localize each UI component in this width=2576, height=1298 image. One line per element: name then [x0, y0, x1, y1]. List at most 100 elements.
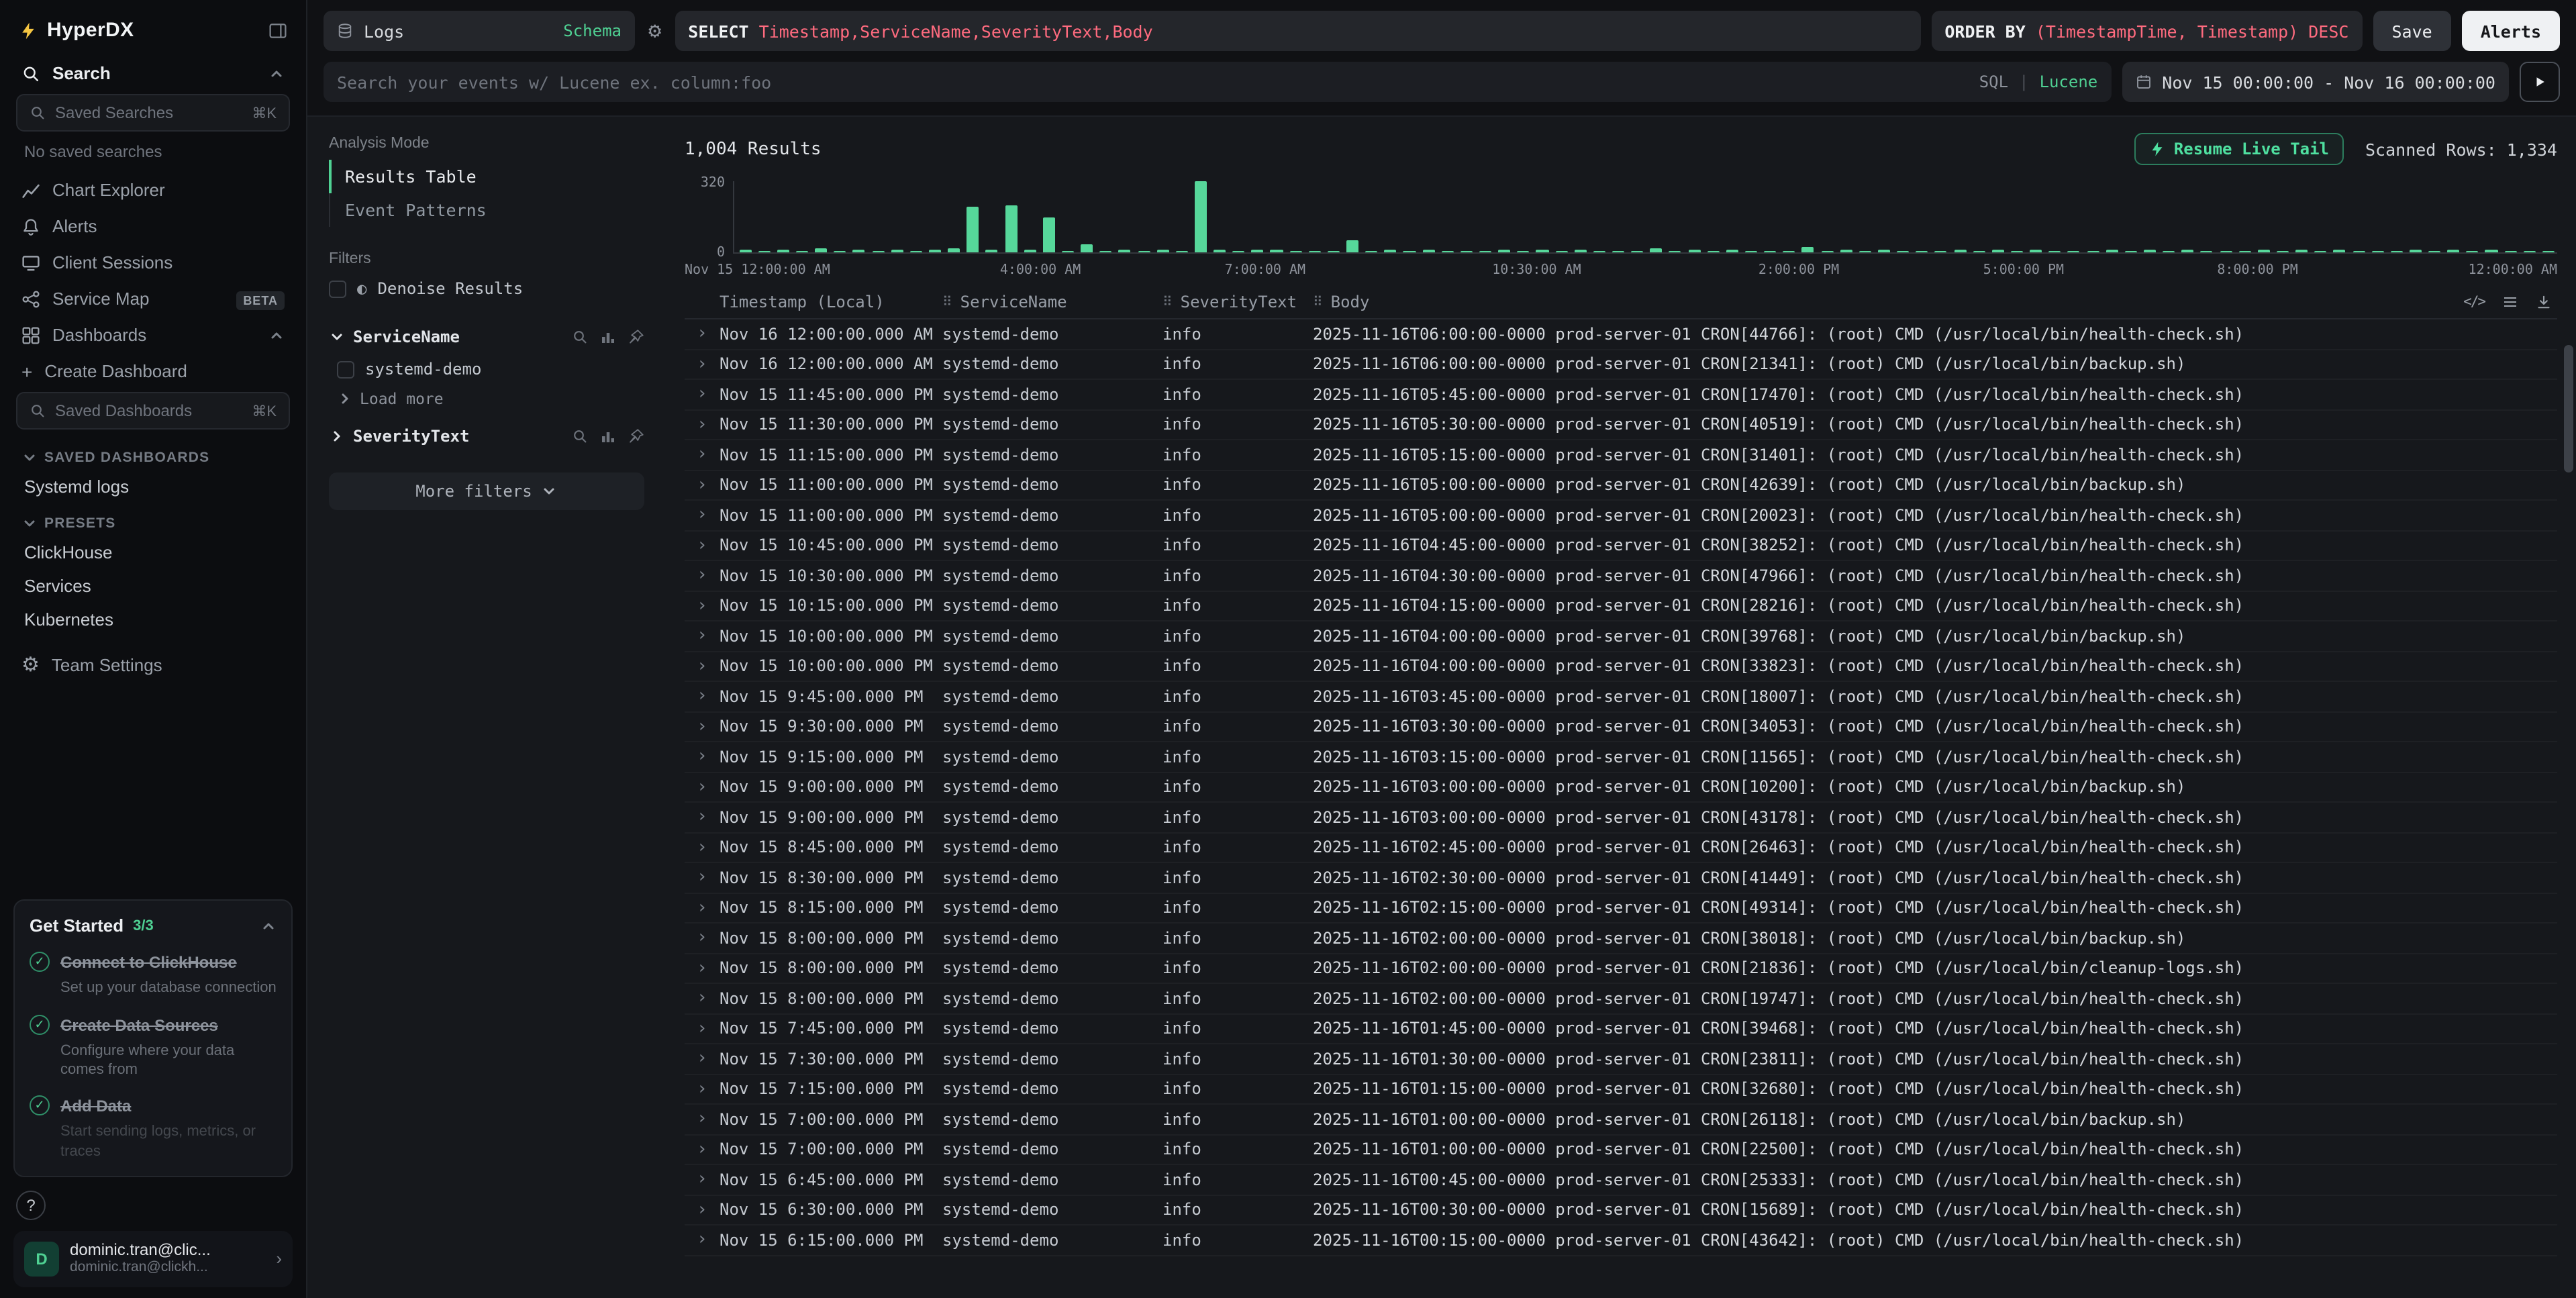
row-expand-icon[interactable]: ›	[685, 656, 720, 677]
user-menu[interactable]: D dominic.tran@clic... dominic.tran@clic…	[13, 1231, 293, 1287]
table-row[interactable]: ›Nov 15 10:45:00.000 PMsystemd-demoinfo2…	[685, 531, 2557, 561]
sidebar-item-services[interactable]: Services	[13, 569, 293, 603]
row-expand-icon[interactable]: ›	[685, 1049, 720, 1069]
table-row[interactable]: ›Nov 15 10:00:00.000 PMsystemd-demoinfo2…	[685, 652, 2557, 682]
load-more-button[interactable]: Load more	[329, 384, 644, 419]
row-expand-icon[interactable]: ›	[685, 415, 720, 435]
row-expand-icon[interactable]: ›	[685, 354, 720, 375]
more-filters-button[interactable]: More filters	[329, 472, 644, 510]
table-row[interactable]: ›Nov 15 11:30:00.000 PMsystemd-demoinfo2…	[685, 410, 2557, 440]
row-expand-icon[interactable]: ›	[685, 1230, 720, 1250]
row-expand-icon[interactable]: ›	[685, 1200, 720, 1220]
analysis-mode-results-table[interactable]: Results Table	[329, 160, 644, 193]
code-view-icon[interactable]: </>	[2463, 294, 2485, 310]
facet-chart-icon[interactable]	[600, 428, 616, 444]
source-selector[interactable]: Logs Schema	[324, 11, 635, 51]
help-button[interactable]: ?	[16, 1191, 46, 1220]
row-expand-icon[interactable]: ›	[685, 1140, 720, 1160]
table-row[interactable]: ›Nov 15 7:00:00.000 PMsystemd-demoinfo20…	[685, 1105, 2557, 1135]
analysis-mode-event-patterns[interactable]: Event Patterns	[329, 193, 644, 227]
column-header-servicename[interactable]: ⠿ ServiceName	[942, 293, 1162, 311]
alerts-button[interactable]: Alerts	[2462, 11, 2560, 51]
presets-section-header[interactable]: PRESETS	[13, 503, 293, 536]
download-icon[interactable]	[2536, 294, 2552, 310]
sidebar-item-alerts[interactable]: Alerts	[13, 208, 293, 244]
mode-toggle-sql[interactable]: SQL	[1979, 72, 2008, 91]
denoise-toggle[interactable]: ◐ Denoise Results	[329, 279, 644, 298]
table-row[interactable]: ›Nov 15 9:00:00.000 PMsystemd-demoinfo20…	[685, 772, 2557, 803]
table-row[interactable]: ›Nov 15 9:00:00.000 PMsystemd-demoinfo20…	[685, 803, 2557, 833]
table-row[interactable]: ›Nov 15 10:00:00.000 PMsystemd-demoinfo2…	[685, 621, 2557, 652]
row-expand-icon[interactable]: ›	[685, 838, 720, 858]
facet-severitytext-header[interactable]: SeverityText	[329, 419, 644, 454]
source-settings-gear-icon[interactable]: ⚙	[646, 20, 664, 42]
table-row[interactable]: ›Nov 15 8:15:00.000 PMsystemd-demoinfo20…	[685, 893, 2557, 923]
sidebar-item-dashboards[interactable]: Dashboards	[13, 317, 293, 353]
table-row[interactable]: ›Nov 15 7:00:00.000 PMsystemd-demoinfo20…	[685, 1135, 2557, 1165]
facet-chart-icon[interactable]	[600, 329, 616, 345]
row-expand-icon[interactable]: ›	[685, 536, 720, 556]
row-expand-icon[interactable]: ›	[685, 989, 720, 1009]
table-row[interactable]: ›Nov 15 10:15:00.000 PMsystemd-demoinfo2…	[685, 591, 2557, 621]
row-expand-icon[interactable]: ›	[685, 807, 720, 828]
row-expand-icon[interactable]: ›	[685, 596, 720, 616]
select-query-input[interactable]: SELECT Timestamp,ServiceName,SeverityTex…	[675, 11, 1920, 51]
event-search-input[interactable]	[337, 72, 1969, 92]
row-expand-icon[interactable]: ›	[685, 777, 720, 797]
table-row[interactable]: ›Nov 15 7:30:00.000 PMsystemd-demoinfo20…	[685, 1044, 2557, 1075]
table-row[interactable]: ›Nov 15 9:30:00.000 PMsystemd-demoinfo20…	[685, 712, 2557, 742]
table-row[interactable]: ›Nov 16 12:00:00.000 AMsystemd-demoinfo2…	[685, 350, 2557, 380]
row-expand-icon[interactable]: ›	[685, 626, 720, 646]
sidebar-item-client-sessions[interactable]: Client Sessions	[13, 244, 293, 281]
get-started-step[interactable]: ✓ Connect to ClickHouse Set up your data…	[30, 951, 277, 999]
vertical-scrollbar-thumb[interactable]	[2564, 345, 2573, 472]
row-expand-icon[interactable]: ›	[685, 687, 720, 707]
sidebar-item-systemd-logs[interactable]: Systemd logs	[13, 470, 293, 503]
table-row[interactable]: ›Nov 15 8:30:00.000 PMsystemd-demoinfo20…	[685, 863, 2557, 893]
resume-live-tail-button[interactable]: Resume Live Tail	[2135, 133, 2344, 165]
table-row[interactable]: ›Nov 15 6:45:00.000 PMsystemd-demoinfo20…	[685, 1165, 2557, 1195]
table-row[interactable]: ›Nov 15 8:45:00.000 PMsystemd-demoinfo20…	[685, 833, 2557, 863]
table-row[interactable]: ›Nov 16 12:00:00.000 AMsystemd-demoinfo2…	[685, 319, 2557, 350]
facet-value-systemd-demo[interactable]: systemd-demo	[329, 354, 644, 384]
row-expand-icon[interactable]: ›	[685, 958, 720, 979]
row-expand-icon[interactable]: ›	[685, 385, 720, 405]
table-row[interactable]: ›Nov 15 6:15:00.000 PMsystemd-demoinfo20…	[685, 1226, 2557, 1256]
date-range-picker[interactable]: Nov 15 00:00:00 - Nov 16 00:00:00	[2122, 62, 2509, 102]
facet-search-icon[interactable]	[572, 428, 588, 444]
table-row[interactable]: ›Nov 15 8:00:00.000 PMsystemd-demoinfo20…	[685, 954, 2557, 984]
run-query-button[interactable]	[2520, 62, 2560, 102]
mode-toggle-lucene[interactable]: Lucene	[2040, 72, 2098, 91]
table-row[interactable]: ›Nov 15 11:00:00.000 PMsystemd-demoinfo2…	[685, 470, 2557, 501]
table-row[interactable]: ›Nov 15 9:45:00.000 PMsystemd-demoinfo20…	[685, 682, 2557, 712]
get-started-step[interactable]: ✓ Add Data Start sending logs, metrics, …	[30, 1095, 277, 1161]
table-row[interactable]: ›Nov 15 11:15:00.000 PMsystemd-demoinfo2…	[685, 440, 2557, 470]
facet-pin-icon[interactable]	[628, 428, 644, 444]
row-expand-icon[interactable]: ›	[685, 505, 720, 526]
column-header-body[interactable]: ⠿ Body	[1313, 293, 2557, 311]
saved-dashboards-input[interactable]: Saved Dashboards ⌘K	[16, 392, 290, 430]
drag-handle-icon[interactable]: ⠿	[1162, 295, 1173, 309]
row-expand-icon[interactable]: ›	[685, 717, 720, 737]
row-expand-icon[interactable]: ›	[685, 324, 720, 344]
row-expand-icon[interactable]: ›	[685, 475, 720, 495]
drag-handle-icon[interactable]: ⠿	[1313, 295, 1323, 309]
save-button[interactable]: Save	[2373, 11, 2450, 51]
row-expand-icon[interactable]: ›	[685, 928, 720, 948]
create-dashboard-button[interactable]: + Create Dashboard	[13, 353, 293, 389]
table-row[interactable]: ›Nov 15 7:45:00.000 PMsystemd-demoinfo20…	[685, 1014, 2557, 1044]
row-expand-icon[interactable]: ›	[685, 1109, 720, 1130]
table-row[interactable]: ›Nov 15 9:15:00.000 PMsystemd-demoinfo20…	[685, 742, 2557, 772]
row-expand-icon[interactable]: ›	[685, 445, 720, 465]
table-row[interactable]: ›Nov 15 7:15:00.000 PMsystemd-demoinfo20…	[685, 1075, 2557, 1105]
saved-searches-input[interactable]: Saved Searches ⌘K	[16, 94, 290, 132]
schema-link[interactable]: Schema	[563, 21, 622, 40]
chevron-up-icon[interactable]	[268, 327, 285, 343]
table-row[interactable]: ›Nov 15 6:30:00.000 PMsystemd-demoinfo20…	[685, 1195, 2557, 1226]
row-expand-icon[interactable]: ›	[685, 898, 720, 918]
get-started-step[interactable]: ✓ Create Data Sources Configure where yo…	[30, 1013, 277, 1080]
denoise-checkbox[interactable]	[329, 280, 346, 297]
orderby-input[interactable]: ORDER BY (TimestampTime, Timestamp) DESC	[1931, 11, 2362, 51]
chevron-up-icon[interactable]	[268, 65, 285, 81]
table-row[interactable]: ›Nov 15 8:00:00.000 PMsystemd-demoinfo20…	[685, 923, 2557, 954]
